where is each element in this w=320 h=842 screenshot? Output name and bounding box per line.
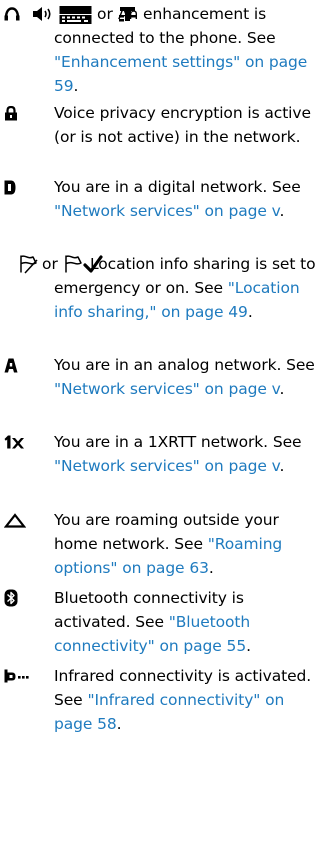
cross-reference-link[interactable]: "Network services" on page v	[54, 457, 280, 475]
icon-cell	[4, 353, 18, 377]
location-emergency-icon	[20, 255, 38, 274]
icon-cell	[4, 664, 30, 688]
icon-cell	[4, 586, 18, 610]
entry-description: You are roaming outside your home networ…	[54, 511, 283, 577]
entry-description: You are in a 1XRTT network. See "Network…	[54, 433, 302, 475]
cross-reference-link[interactable]: "Enhancement settings" on page 59	[54, 53, 307, 95]
loudspeaker-icon	[33, 7, 51, 21]
entry-text: You are in a 1XRTT network. See	[54, 433, 302, 451]
analog-network-icon	[4, 358, 18, 372]
icon-cell	[4, 101, 18, 125]
roaming-icon	[4, 512, 26, 528]
entry-description: An enhancement is connected to the phone…	[54, 5, 308, 95]
entry-description: Bluetooth connectivity is activated. See…	[54, 589, 251, 655]
entry-description: Location info sharing is set to emergenc…	[54, 255, 316, 321]
entry-description: Infrared connectivity is activated. See …	[54, 667, 312, 733]
infrared-icon	[4, 669, 29, 683]
entry-text: An enhancement is connected to the phone…	[54, 5, 276, 47]
entry-text: You are in a digital network. See	[54, 178, 301, 196]
entry-description: Voice privacy encryption is active (or i…	[54, 104, 311, 146]
cross-reference-link[interactable]: "Network services" on page v	[54, 380, 280, 398]
entry-description: You are in a digital network. See "Netwo…	[54, 178, 301, 220]
headset-icon	[4, 7, 20, 21]
icon-cell	[4, 430, 25, 454]
entry-text: You are in an analog network. See	[54, 356, 315, 374]
entry-description: You are in an analog network. See "Netwo…	[54, 356, 315, 398]
lock-icon	[5, 105, 17, 120]
document-page: or An enhancement is connected to the ph…	[0, 0, 319, 842]
bluetooth-icon	[4, 589, 18, 607]
1xrtt-network-icon	[4, 435, 24, 449]
cross-reference-link[interactable]: "Network services" on page v	[54, 202, 280, 220]
icon-cell	[4, 175, 16, 199]
icon-cell	[4, 508, 26, 532]
cross-reference-link[interactable]: "Infrared connectivity" on page 58	[54, 691, 284, 733]
digital-network-icon	[4, 180, 16, 194]
